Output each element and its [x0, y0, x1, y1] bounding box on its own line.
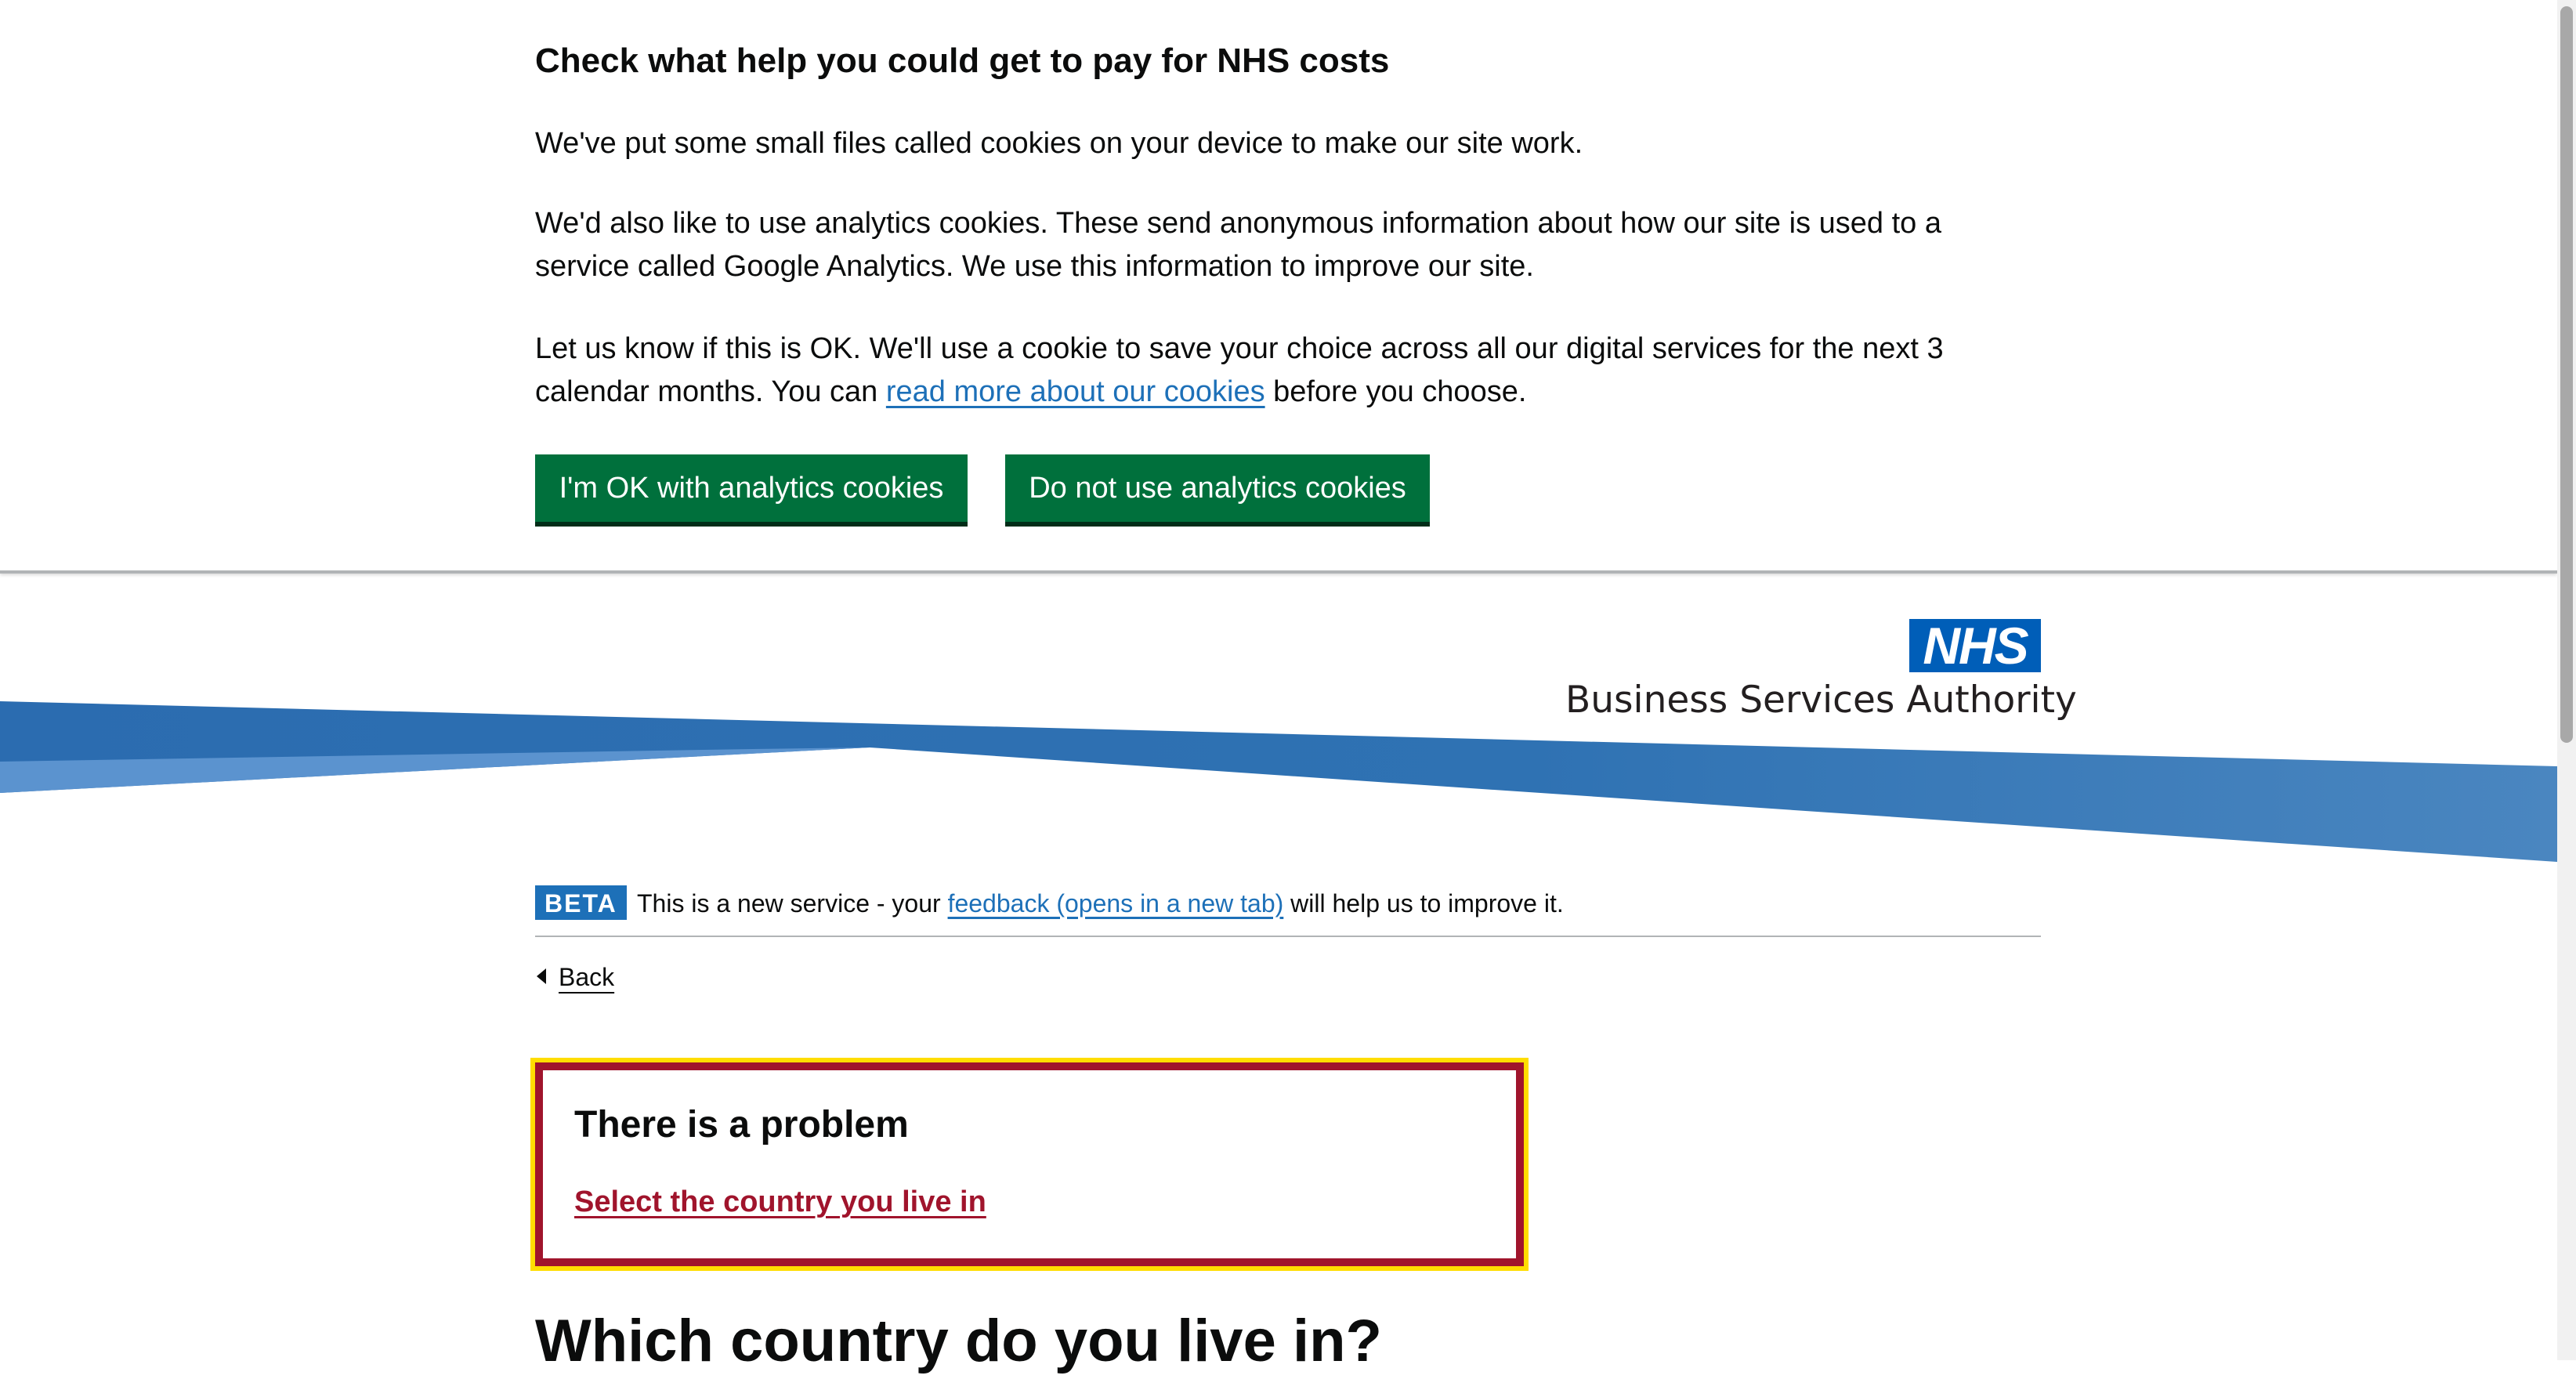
cookie-banner-title: Check what help you could get to pay for…: [535, 42, 1390, 80]
feedback-link[interactable]: feedback (opens in a new tab): [948, 889, 1284, 918]
error-summary: There is a problem Select the country yo…: [530, 1058, 1529, 1271]
cookie-banner: Check what help you could get to pay for…: [0, 0, 2557, 574]
phase-banner: BETA This is a new service - your feedba…: [535, 885, 2041, 937]
cookie-text-after: before you choose.: [1264, 375, 1527, 408]
site-header: NHS Business Services Authority: [0, 574, 2557, 863]
back-link[interactable]: Back: [535, 959, 614, 995]
cookie-banner-text-1: We've put some small files called cookie…: [535, 127, 1583, 160]
cookie-banner-text-3: Let us know if this is OK. We'll use a c…: [535, 328, 2008, 414]
vertical-scrollbar[interactable]: [2557, 0, 2576, 1360]
reject-analytics-cookies-button[interactable]: Do not use analytics cookies: [1005, 454, 1430, 522]
accept-analytics-cookies-button[interactable]: I'm OK with analytics cookies: [535, 454, 968, 522]
phase-banner-text: This is a new service - your feedback (o…: [637, 885, 1564, 921]
beta-tag: BETA: [535, 885, 627, 920]
phase-text-before: This is a new service - your: [637, 889, 948, 918]
phase-text-after: will help us to improve it.: [1283, 889, 1564, 918]
scrollbar-thumb[interactable]: [2560, 6, 2573, 743]
error-summary-title: There is a problem: [574, 1104, 909, 1146]
read-more-cookies-link[interactable]: read more about our cookies: [886, 375, 1265, 408]
nhs-logo[interactable]: NHS: [1909, 619, 2041, 672]
header-swoosh-graphic: [0, 701, 2557, 862]
cookie-banner-text-2: We'd also like to use analytics cookies.…: [535, 207, 1941, 283]
error-country-link[interactable]: Select the country you live in: [574, 1180, 986, 1224]
org-name: Business Services Authority: [1565, 679, 2077, 722]
page-title: Which country do you live in?: [535, 1308, 1382, 1374]
